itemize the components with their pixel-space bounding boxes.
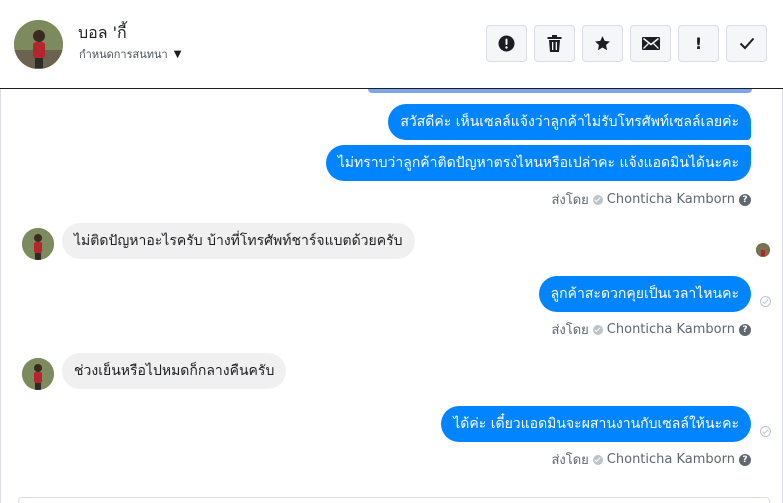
important-button[interactable]: ! [678,25,719,62]
verified-check-icon [592,194,603,205]
conversation-header: บอล 'กี้ กำหนดการสนทนา ▼ ! [0,0,783,89]
previous-message-bubble-edge [368,89,752,93]
sent-by-prefix: ส่งโดย [551,323,589,338]
envelope-icon [641,37,660,50]
star-icon [595,36,610,51]
help-icon[interactable]: ? [739,323,751,336]
sent-by-prefix: ส่งโดย [551,453,589,468]
alert-circle-icon [498,35,515,52]
mark-done-button[interactable] [726,25,767,62]
contact-avatar[interactable] [14,20,63,69]
sent-by-label: ส่งโดย Chonticha Kamborn ? [551,319,751,340]
delivered-check-icon [760,296,771,307]
sent-by-prefix: ส่งโดย [551,193,589,208]
star-button[interactable] [582,25,623,62]
report-button[interactable] [486,25,527,62]
conversation-settings-label: กำหนดการสนทนา [79,48,168,61]
contact-name[interactable]: บอล 'กี้ [78,21,127,46]
verified-check-icon [592,454,603,465]
caret-down-icon: ▼ [173,48,182,60]
verified-check-icon [592,324,603,335]
header-actions: ! [486,25,767,62]
sent-by-agent: Chonticha Kamborn [606,192,735,207]
help-icon[interactable]: ? [739,453,751,466]
message-bubble-outgoing[interactable]: ไม่ทราบว่าลูกค้าติดปัญหาตรงไหนหรือเปล่าค… [325,145,751,181]
message-composer[interactable] [18,497,770,503]
mark-unread-button[interactable] [630,25,671,62]
sent-by-agent: Chonticha Kamborn [606,452,735,467]
contact-avatar-small [22,228,54,260]
trash-icon [547,35,562,52]
message-bubble-incoming[interactable]: ไม่ติดปัญหาอะไรครับ บ้างที่โทรศัพท์ชาร์จ… [62,223,415,259]
delete-button[interactable] [534,25,575,62]
help-icon[interactable]: ? [739,193,751,206]
message-bubble-outgoing[interactable]: ได้ค่ะ เดี๋ยวแอดมินจะผสานงานกับเซลล์ให้น… [441,406,751,442]
sent-by-label: ส่งโดย Chonticha Kamborn ? [551,189,751,210]
sent-by-label: ส่งโดย Chonticha Kamborn ? [551,449,751,470]
exclamation-icon: ! [694,33,703,53]
seen-indicator-avatar [756,243,770,257]
checkmark-icon [739,37,754,50]
message-thread[interactable]: สวัสดีค่ะ เห็นเซลล์แจ้งว่าลูกค้าไม่รับโท… [0,89,783,503]
message-bubble-outgoing[interactable]: ลูกค้าสะดวกคุยเป็นเวลาไหนคะ [538,276,751,312]
contact-avatar-small [22,358,54,390]
message-bubble-incoming[interactable]: ช่วงเย็นหรือไปหมดก็กลางคืนครับ [62,353,287,389]
sent-by-agent: Chonticha Kamborn [606,322,735,337]
message-bubble-outgoing[interactable]: สวัสดีค่ะ เห็นเซลล์แจ้งว่าลูกค้าไม่รับโท… [388,104,751,140]
delivered-check-icon [760,426,771,437]
conversation-settings-dropdown[interactable]: กำหนดการสนทนา ▼ [79,45,181,63]
